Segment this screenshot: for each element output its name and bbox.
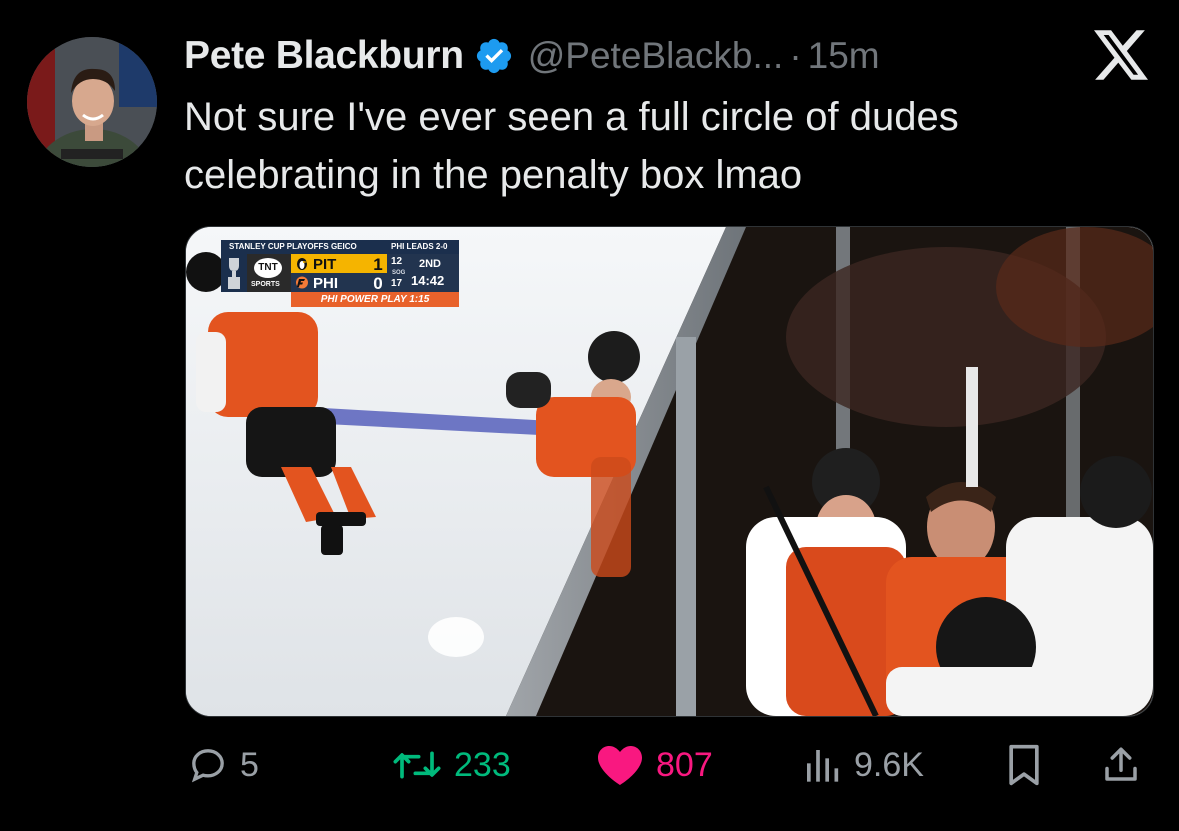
network-logo: TNT SPORTS bbox=[247, 254, 291, 292]
heart-icon bbox=[598, 746, 642, 785]
scorebug: STANLEY CUP PLAYOFFS GEICO PHI LEADS 2-0… bbox=[221, 240, 459, 320]
flyers-logo-icon bbox=[295, 276, 309, 289]
views-chart-icon bbox=[807, 750, 839, 782]
team-row-pit: PIT 1 bbox=[291, 254, 387, 274]
author-avatar[interactable] bbox=[27, 37, 157, 167]
retweet-count: 233 bbox=[454, 745, 511, 784]
author-handle[interactable]: @PeteBlackb... bbox=[528, 35, 784, 77]
tweet-text: Not sure I've ever seen a full circle of… bbox=[184, 95, 959, 197]
team-row-phi: PHI 0 bbox=[291, 273, 387, 293]
game-period: 2ND bbox=[419, 258, 442, 270]
team-abbr: PHI bbox=[313, 275, 339, 292]
profile-photo bbox=[27, 37, 157, 167]
tweet-header: Pete Blackburn @PeteBlackb... · 15m bbox=[184, 30, 880, 82]
x-logo-icon bbox=[1094, 30, 1148, 80]
like-count: 807 bbox=[656, 745, 713, 784]
scorebug-header: STANLEY CUP PLAYOFFS GEICO PHI LEADS 2-0 bbox=[221, 240, 459, 254]
power-play-banner: PHI POWER PLAY 1:15 bbox=[291, 292, 459, 307]
network-label: TNT bbox=[254, 258, 282, 278]
team-abbr: PIT bbox=[313, 256, 337, 273]
share-icon bbox=[1105, 747, 1137, 781]
scorebug-header-left: STANLEY CUP PLAYOFFS GEICO bbox=[229, 242, 357, 251]
tweet-media-video[interactable]: STANLEY CUP PLAYOFFS GEICO PHI LEADS 2-0… bbox=[185, 226, 1154, 717]
retweet-button[interactable]: 233 bbox=[392, 735, 511, 795]
network-sub: SPORTS bbox=[251, 281, 280, 288]
verified-badge-icon bbox=[476, 38, 511, 74]
share-button[interactable] bbox=[1100, 735, 1142, 795]
trophy-icon bbox=[221, 254, 247, 292]
views-button[interactable]: 9.6K bbox=[802, 735, 924, 795]
like-button[interactable]: 807 bbox=[596, 735, 713, 795]
bookmark-button[interactable] bbox=[1004, 735, 1044, 795]
game-clock: 14:42 bbox=[411, 273, 445, 288]
reply-count: 5 bbox=[240, 745, 259, 784]
scorebug-body: PIT 1 12 SOG PHI 0 17 2ND 14:42 bbox=[291, 254, 459, 293]
scorebug-header-right: PHI LEADS 2-0 bbox=[391, 242, 448, 251]
tweet-action-bar: 5 233 807 9.6K bbox=[0, 735, 1179, 795]
sog-label: SOG bbox=[392, 270, 406, 276]
team-score: 0 bbox=[373, 274, 383, 293]
retweet-icon bbox=[393, 751, 441, 779]
team-sog: 17 bbox=[391, 278, 403, 289]
author-name[interactable]: Pete Blackburn bbox=[184, 34, 464, 78]
bookmark-icon bbox=[1009, 744, 1039, 786]
timestamp[interactable]: 15m bbox=[808, 35, 880, 77]
reply-icon bbox=[191, 749, 224, 783]
team-sog: 12 bbox=[391, 256, 403, 267]
team-score: 1 bbox=[373, 255, 383, 274]
separator-dot: · bbox=[789, 35, 802, 76]
views-count: 9.6K bbox=[854, 745, 924, 784]
reply-button[interactable]: 5 bbox=[188, 735, 259, 795]
penguins-logo-icon bbox=[295, 257, 309, 270]
